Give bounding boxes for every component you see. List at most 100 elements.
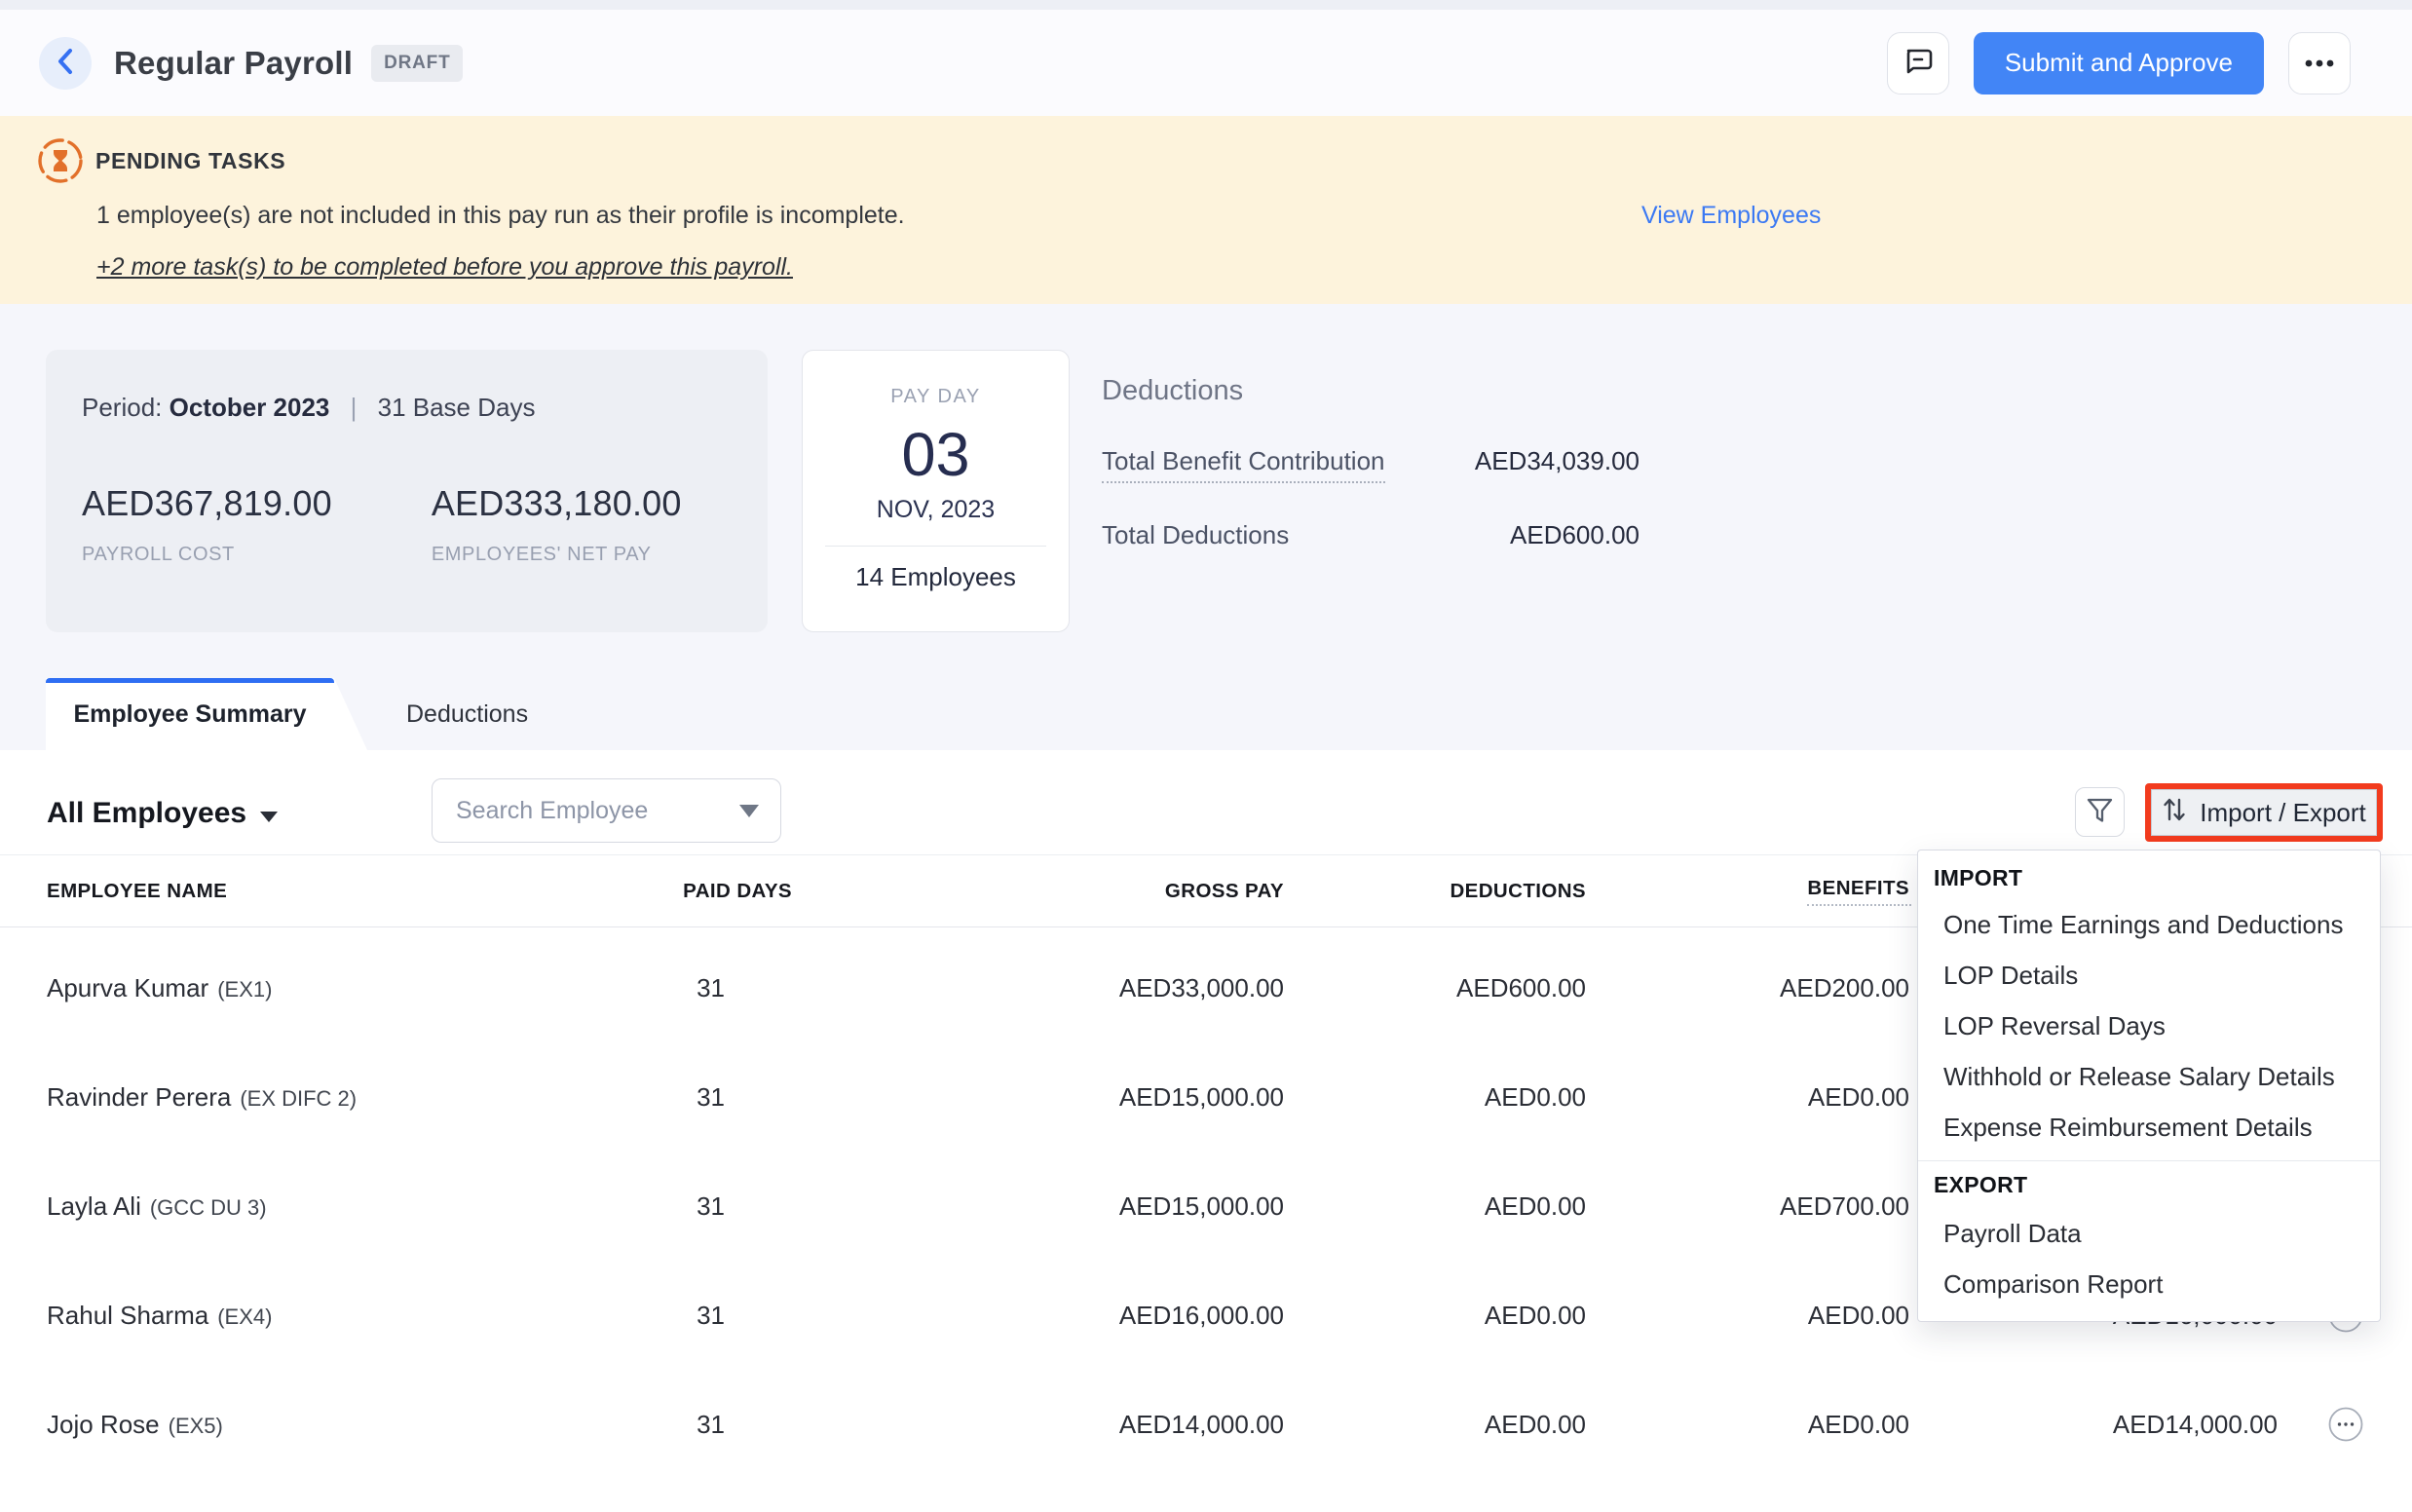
employee-name: Layla Ali [47, 1191, 141, 1221]
gross-pay-cell: AED15,000.00 [1119, 1191, 1286, 1222]
gross-pay-cell: AED15,000.00 [1119, 1082, 1286, 1113]
chevron-down-icon [260, 812, 278, 822]
column-header-deductions: DEDUCTIONS [1450, 880, 1588, 903]
funnel-icon [2087, 798, 2113, 827]
deduction-summary-row: Total Deductions AED600.00 [1102, 520, 1639, 550]
menu-item-payroll-data[interactable]: Payroll Data [1918, 1208, 2380, 1259]
gross-pay-cell: AED16,000.00 [1119, 1301, 1286, 1331]
employee-name: Ravinder Perera [47, 1082, 231, 1112]
column-header-gross-pay: GROSS PAY [1165, 880, 1286, 903]
pending-tasks-link[interactable]: +2 more task(s) to be completed before y… [96, 253, 793, 282]
ellipsis-icon [2305, 56, 2334, 70]
filter-button[interactable] [2075, 787, 2125, 837]
menu-item-withhold-release-salary[interactable]: Withhold or Release Salary Details [1918, 1051, 2380, 1102]
employee-name-cell: Rahul Sharma(EX4) [0, 1301, 604, 1331]
payroll-cost-block: AED367,819.00 PAYROLL COST [82, 483, 332, 566]
total-benefit-contribution-label[interactable]: Total Benefit Contribution [1102, 446, 1385, 483]
annotation-highlight-box: Import / Export [2145, 783, 2383, 842]
deductions-cell: AED0.00 [1485, 1410, 1588, 1440]
employee-id: (EX5) [169, 1414, 223, 1438]
tab-employee-summary-label: Employee Summary [46, 678, 334, 750]
period-value: October 2023 [170, 393, 330, 422]
deductions-cell: AED0.00 [1485, 1082, 1588, 1113]
payday-divider [825, 546, 1046, 547]
employee-filter-dropdown[interactable]: All Employees [47, 797, 278, 830]
benefits-cell: AED0.00 [1808, 1082, 1911, 1113]
banner-title: PENDING TASKS [95, 148, 285, 174]
summary-row: Period: October 2023 | 31 Base Days AED3… [46, 350, 1639, 632]
payroll-cost-label: PAYROLL COST [82, 544, 332, 566]
deductions-summary-rows: Total Benefit Contribution AED34,039.00 … [1102, 446, 1639, 550]
benefits-cell: AED700.00 [1780, 1191, 1911, 1222]
menu-item-lop-details[interactable]: LOP Details [1918, 950, 2380, 1001]
paid-days-cell: 31 [697, 1301, 838, 1331]
column-header-paid-days: PAID DAYS [683, 880, 838, 903]
import-export-button[interactable]: Import / Export [2151, 789, 2377, 836]
tab-employee-summary[interactable]: Employee Summary [46, 678, 367, 750]
menu-item-lop-reversal-days[interactable]: LOP Reversal Days [1918, 1001, 2380, 1051]
benefits-cell: AED0.00 [1808, 1301, 1911, 1331]
paid-days-cell: 31 [697, 1410, 838, 1440]
row-actions-button[interactable] [2328, 1407, 2363, 1442]
net-pay-block: AED333,180.00 EMPLOYEES' NET PAY [432, 483, 682, 566]
banner-message: 1 employee(s) are not included in this p… [96, 202, 905, 230]
employee-id: (GCC DU 3) [150, 1195, 267, 1220]
submit-and-approve-button[interactable]: Submit and Approve [1974, 32, 2264, 94]
chevron-down-icon [739, 805, 759, 817]
gross-pay-cell: AED14,000.00 [1119, 1410, 1286, 1440]
employee-name: Jojo Rose [47, 1410, 160, 1439]
total-deductions-value: AED600.00 [1510, 520, 1639, 550]
payday-day: 03 [803, 420, 1069, 490]
hourglass-icon [35, 135, 86, 191]
comments-button[interactable] [1887, 32, 1949, 94]
employee-name: Apurva Kumar [47, 973, 208, 1002]
employee-name-cell: Ravinder Perera (EX DIFC 2) [0, 1082, 604, 1113]
deduction-summary-row: Total Benefit Contribution AED34,039.00 [1102, 446, 1639, 483]
total-benefit-contribution-value: AED34,039.00 [1475, 446, 1639, 476]
employee-id: (EX DIFC 2) [240, 1086, 357, 1111]
payroll-cost-value: AED367,819.00 [82, 483, 332, 524]
total-deductions-label: Total Deductions [1102, 520, 1289, 550]
benefits-cell: AED0.00 [1808, 1410, 1911, 1440]
status-badge: DRAFT [371, 45, 463, 82]
employee-id: (EX1) [217, 977, 272, 1002]
amounts-row: AED367,819.00 PAYROLL COST AED333,180.00… [82, 483, 768, 566]
menu-section-export: EXPORT [1918, 1161, 2380, 1208]
net-pay-cell: AED14,000.00 [2113, 1410, 2280, 1440]
back-button[interactable] [39, 37, 92, 90]
employee-name-cell: Jojo Rose (EX5) [0, 1410, 604, 1440]
payday-label: PAY DAY [803, 386, 1069, 408]
top-strip [0, 0, 2412, 10]
payday-card: PAY DAY 03 NOV, 2023 14 Employees [802, 350, 1070, 632]
view-employees-link[interactable]: View Employees [1641, 202, 1821, 230]
deductions-summary: Deductions Total Benefit Contribution AE… [1102, 350, 1639, 632]
payday-month-year: NOV, 2023 [803, 496, 1069, 524]
payroll-page: Regular Payroll DRAFT Submit and Approve… [0, 0, 2412, 1512]
speech-bubble-icon [1903, 47, 1933, 79]
menu-section-import: IMPORT [1918, 856, 2380, 899]
pending-tasks-banner: PENDING TASKS 1 employee(s) are not incl… [0, 116, 2412, 304]
employee-name-cell: Layla Ali (GCC DU 3) [0, 1191, 604, 1222]
benefits-cell: AED200.00 [1780, 973, 1911, 1003]
period-card: Period: October 2023 | 31 Base Days AED3… [46, 350, 768, 632]
employee-id: (EX4) [217, 1304, 272, 1329]
deductions-cell: AED0.00 [1485, 1191, 1588, 1222]
search-employee-select[interactable]: Search Employee [432, 778, 781, 843]
employee-filter-label: All Employees [47, 797, 246, 830]
more-options-button[interactable] [2288, 32, 2351, 94]
app-header: Regular Payroll DRAFT Submit and Approve [0, 10, 2412, 116]
search-employee-placeholder: Search Employee [456, 797, 648, 825]
table-row[interactable]: Jojo Rose (EX5) 31 AED14,000.00 AED0.00 A… [0, 1370, 2412, 1479]
column-header-employee-name: EMPLOYEE NAME [0, 880, 604, 903]
column-header-benefits[interactable]: BENEFITS [1807, 877, 1911, 906]
menu-item-expense-reimbursement[interactable]: Expense Reimbursement Details [1918, 1102, 2380, 1153]
gross-pay-cell: AED33,000.00 [1119, 973, 1286, 1003]
deductions-cell: AED600.00 [1456, 973, 1588, 1003]
paid-days-cell: 31 [697, 1191, 838, 1222]
import-export-menu: IMPORT One Time Earnings and Deductions … [1917, 850, 2381, 1322]
paid-days-cell: 31 [697, 1082, 838, 1113]
menu-item-one-time-earnings[interactable]: One Time Earnings and Deductions [1918, 899, 2380, 950]
tab-deductions[interactable]: Deductions [406, 678, 528, 750]
menu-item-comparison-report[interactable]: Comparison Report [1918, 1259, 2380, 1309]
table-toolbar: All Employees Search Employee [0, 750, 2412, 855]
